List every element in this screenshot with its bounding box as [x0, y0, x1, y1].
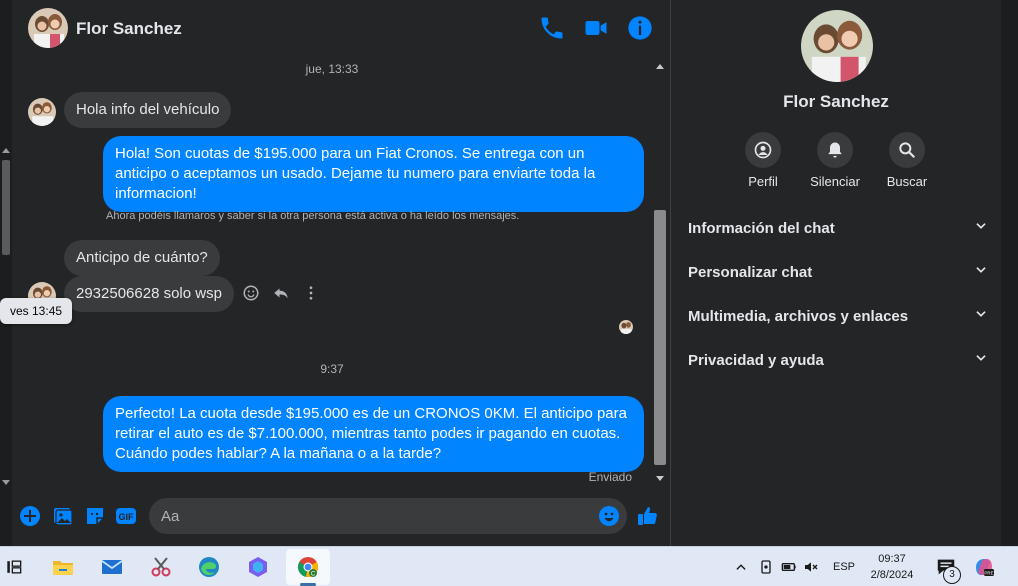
notification-count-badge: 3: [943, 566, 961, 584]
contact-avatar[interactable]: [28, 8, 68, 48]
mute-button[interactable]: Silenciar: [799, 132, 871, 189]
timestamp-tooltip: ves 13:45: [0, 298, 73, 324]
message-composer: GIF: [12, 496, 670, 536]
scroll-down-arrow[interactable]: [2, 480, 10, 485]
emoji-icon[interactable]: [597, 504, 621, 528]
copilot-icon[interactable]: PRE: [970, 553, 998, 581]
profile-label: Perfil: [748, 174, 778, 189]
info-icon[interactable]: [626, 14, 654, 42]
chevron-down-icon: [974, 351, 988, 370]
bell-icon[interactable]: [817, 132, 853, 168]
delivery-status: Enviado: [588, 470, 632, 484]
clock-time: 09:37: [878, 553, 906, 565]
timestamp: jue, 13:33: [305, 62, 359, 76]
chat-header: Flor Sanchez: [12, 0, 670, 56]
system-clock[interactable]: 09:37 2/8/2024: [862, 551, 922, 583]
react-emoji-icon[interactable]: [240, 282, 262, 304]
system-notice: Ahora podéis llamaros y saber si la otra…: [106, 210, 520, 222]
message-list[interactable]: jue, 13:33 Hola info del vehículo Hola! …: [0, 56, 652, 488]
section-privacy-help[interactable]: Privacidad y ayuda: [688, 345, 988, 375]
copilot-app-icon[interactable]: [244, 553, 272, 581]
seen-receipt-avatar: [619, 320, 633, 334]
section-media-files-links[interactable]: Multimedia, archivos y enlaces: [688, 301, 988, 331]
search-label: Buscar: [886, 174, 928, 189]
sender-avatar[interactable]: [28, 98, 56, 126]
phone-icon[interactable]: [538, 14, 566, 42]
chevron-down-icon: [974, 263, 988, 282]
svg-text:PRE: PRE: [984, 570, 993, 575]
section-label: Multimedia, archivos y enlaces: [688, 307, 909, 325]
outgoing-message[interactable]: Perfecto! La cuota desde $195.000 es de …: [103, 396, 644, 472]
chat-panel: Flor Sanchez jue, 13:33 Hola info del ve…: [0, 0, 670, 546]
profile-name: Flor Sanchez: [783, 92, 889, 111]
incoming-message[interactable]: 2932506628 solo wsp: [64, 276, 234, 312]
thumbs-up-icon[interactable]: [636, 504, 660, 528]
chat-scrollbar[interactable]: [652, 60, 668, 485]
video-camera-icon[interactable]: [582, 14, 610, 42]
edge-browser-icon[interactable]: [195, 553, 223, 581]
more-options-icon[interactable]: [300, 282, 322, 304]
scroll-up-arrow[interactable]: [656, 64, 664, 69]
contact-name[interactable]: Flor Sanchez: [76, 19, 182, 39]
search-button[interactable]: Buscar: [871, 132, 943, 189]
section-label: Personalizar chat: [688, 263, 813, 281]
profile-button[interactable]: Perfil: [727, 132, 799, 189]
input-language[interactable]: ESP: [833, 561, 855, 573]
chevron-up-icon[interactable]: [727, 553, 755, 581]
section-chat-info[interactable]: Información del chat: [688, 213, 988, 243]
chrome-browser-icon[interactable]: C: [294, 553, 322, 581]
message-input[interactable]: [149, 498, 627, 534]
message-actions: [240, 282, 322, 304]
left-edge-scrollbar[interactable]: [0, 0, 12, 546]
section-customize-chat[interactable]: Personalizar chat: [688, 257, 988, 287]
contact-info-panel: Flor Sanchez Perfil Silenciar Buscar Inf…: [671, 0, 1001, 546]
svg-text:GIF: GIF: [119, 512, 135, 522]
timestamp: 9:37: [320, 362, 344, 376]
mute-label: Silenciar: [810, 174, 860, 189]
chevron-down-icon: [974, 219, 988, 238]
image-gallery-icon[interactable]: [51, 504, 75, 528]
speaker-muted-icon[interactable]: [797, 553, 825, 581]
outgoing-message[interactable]: Hola! Son cuotas de $195.000 para un Fia…: [103, 136, 644, 212]
sticker-icon[interactable]: [83, 504, 107, 528]
incoming-message[interactable]: Anticipo de cuánto?: [64, 240, 220, 276]
window-scrollbar[interactable]: [1001, 0, 1018, 546]
file-explorer-icon[interactable]: [49, 553, 77, 581]
scroll-thumb[interactable]: [2, 160, 10, 255]
scroll-down-arrow[interactable]: [656, 476, 664, 481]
clock-date: 2/8/2024: [870, 569, 914, 581]
chevron-down-icon: [974, 307, 988, 326]
windows-taskbar: C ESP 09:37 2/8/2024 3 PRE: [0, 546, 1018, 586]
mail-icon[interactable]: [98, 553, 126, 581]
profile-icon[interactable]: [745, 132, 781, 168]
plus-icon[interactable]: [18, 504, 42, 528]
task-view-icon[interactable]: [0, 553, 28, 581]
snipping-tool-icon[interactable]: [147, 553, 175, 581]
section-label: Información del chat: [688, 219, 835, 237]
reply-icon[interactable]: [270, 282, 292, 304]
scroll-up-arrow[interactable]: [2, 148, 10, 153]
profile-avatar[interactable]: [801, 10, 873, 82]
gif-icon[interactable]: GIF: [114, 504, 138, 528]
svg-text:C: C: [311, 572, 316, 578]
section-label: Privacidad y ayuda: [688, 351, 824, 369]
search-icon[interactable]: [889, 132, 925, 168]
scroll-thumb[interactable]: [654, 210, 666, 465]
incoming-message[interactable]: Hola info del vehículo: [64, 92, 232, 128]
